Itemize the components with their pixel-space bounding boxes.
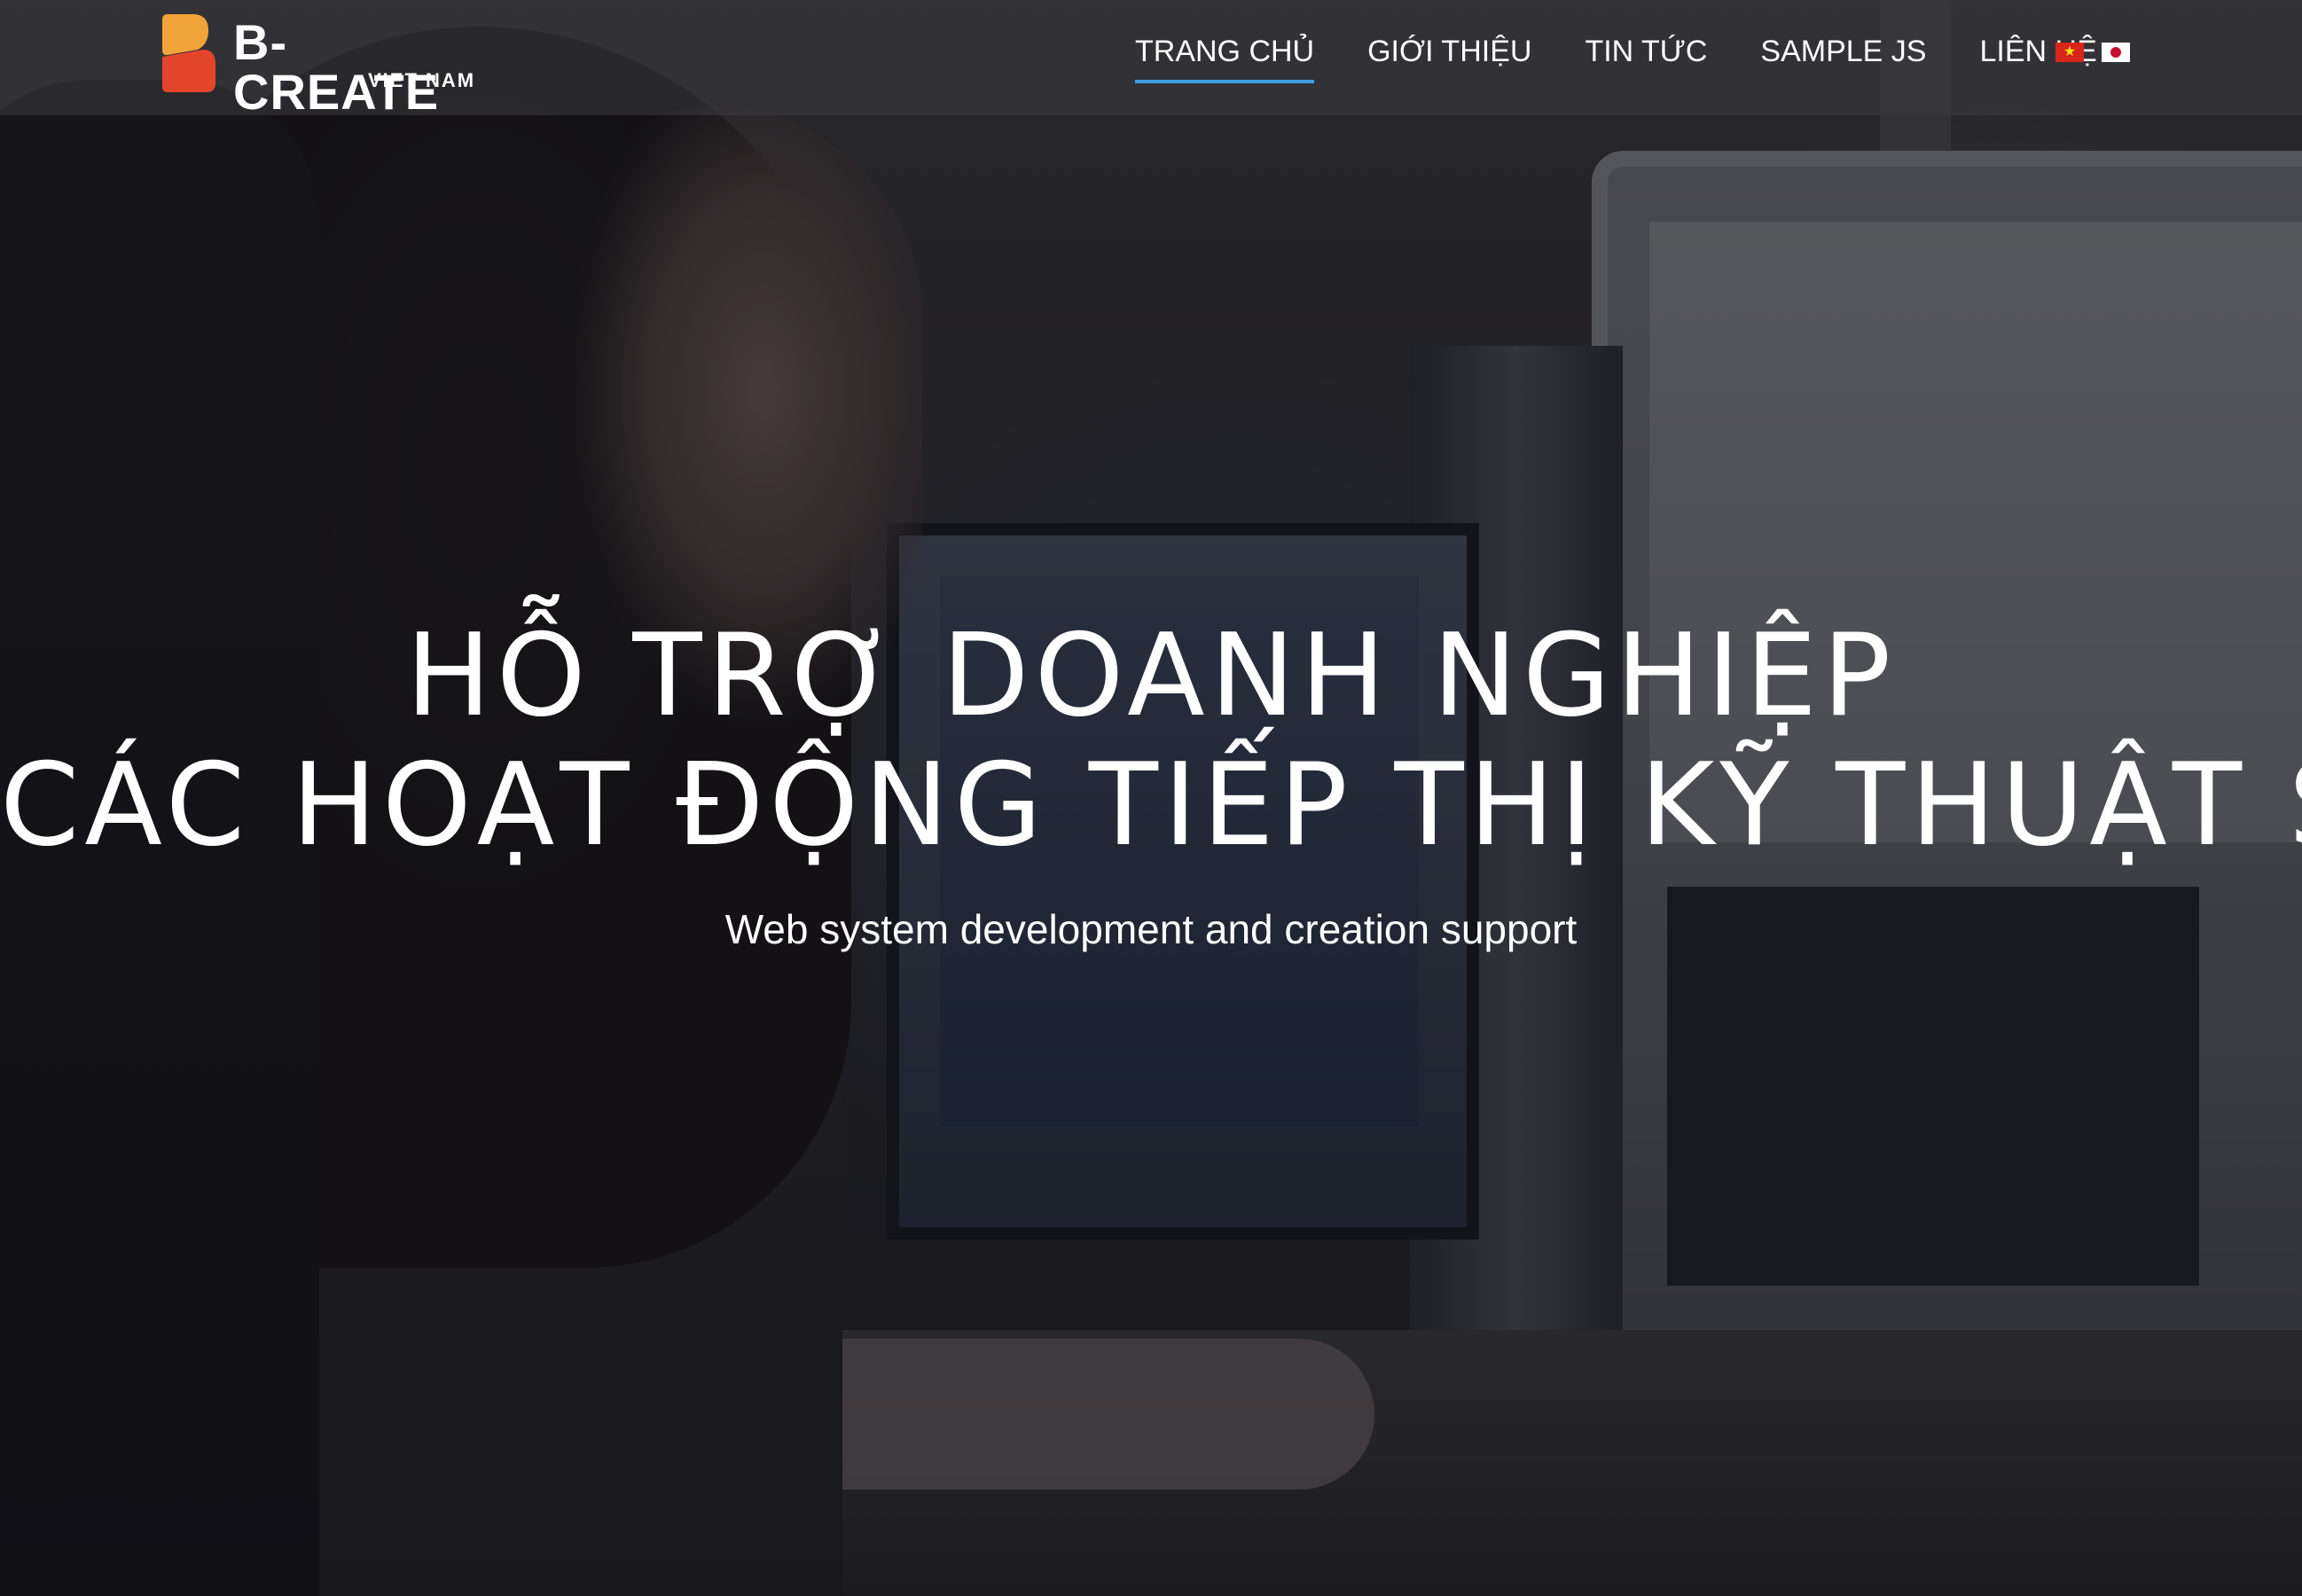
language-switcher: [2055, 43, 2130, 62]
brand-tagline: VIET NAM: [368, 69, 476, 91]
hero-title-line-2: CÁC HOẠT ĐỘNG TIẾP THỊ KỸ THUẬT SỐ: [0, 739, 2302, 872]
nav-item-tin-tuc[interactable]: TIN TỨC: [1585, 32, 1707, 80]
nav-item-gioi-thieu[interactable]: GIỚI THIỆU: [1367, 32, 1531, 80]
nav-item-sample-js[interactable]: SAMPLE JS: [1760, 32, 1926, 80]
japan-flag-icon[interactable]: [2102, 43, 2130, 62]
hero-section: B-CREATE VIET NAM TRANG CHỦ GIỚI THIỆU T…: [0, 0, 2302, 1596]
vietnam-flag-icon[interactable]: [2055, 43, 2084, 62]
brand-logo[interactable]: B-CREATE VIET NAM: [162, 12, 482, 117]
hero-title: HỖ TRỢ DOANH NGHIỆP CÁC HOẠT ĐỘNG TIẾP T…: [0, 612, 2302, 871]
brand-name: B-CREATE: [233, 14, 440, 120]
hero-title-line-1: HỖ TRỢ DOANH NGHIỆP: [405, 610, 1897, 742]
nav-item-trang-chu[interactable]: TRANG CHỦ: [1135, 32, 1315, 83]
hero-subtitle: Web system development and creation supp…: [724, 906, 1578, 952]
top-navbar: B-CREATE VIET NAM TRANG CHỦ GIỚI THIỆU T…: [0, 0, 2302, 117]
main-navigation: TRANG CHỦ GIỚI THIỆU TIN TỨC SAMPLE JS L…: [1135, 32, 2150, 89]
b-create-logo-icon: [162, 14, 215, 92]
